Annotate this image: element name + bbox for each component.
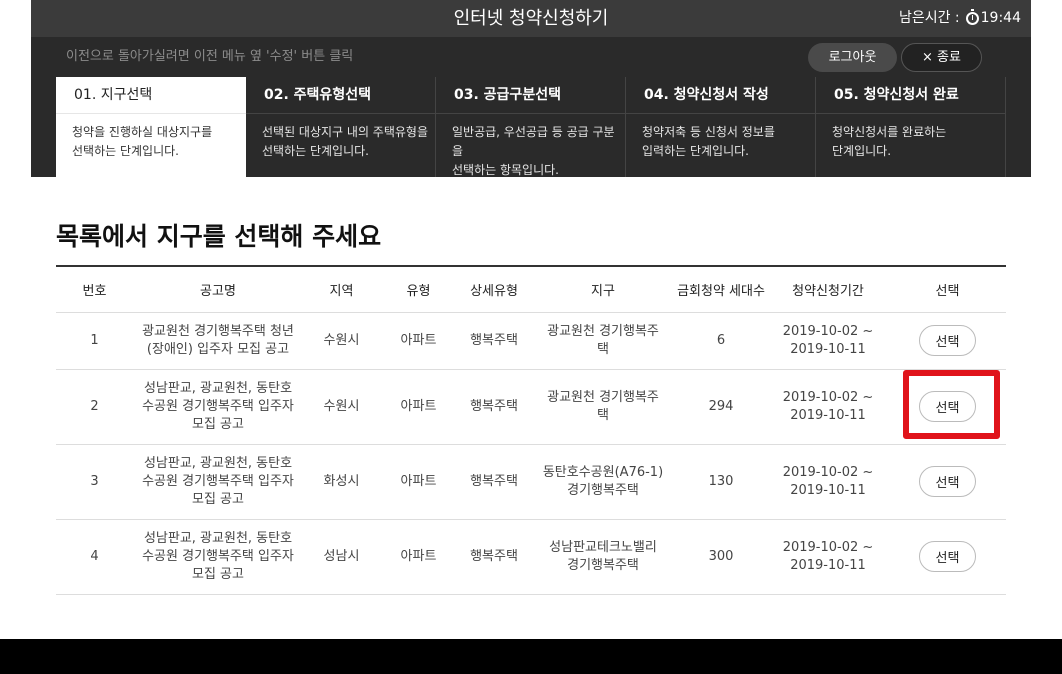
select-button[interactable]: 선택 — [919, 541, 976, 572]
column-header: 지역 — [303, 266, 380, 313]
select-button[interactable]: 선택 — [919, 391, 976, 422]
type-cell: 아파트 — [380, 312, 457, 370]
section-heading: 목록에서 지구를 선택해 주세요 — [56, 222, 382, 251]
select-cell: 선택 — [889, 519, 1006, 595]
step-description: 청약저축 등 신청서 정보를 입력하는 단계입니다. — [626, 114, 815, 161]
period-cell: 2019-10-02 ~2019-10-11 — [767, 519, 889, 595]
navigation-hint: 이전으로 돌아가실려면 이전 메뉴 옆 '수정' 버튼 클릭 — [66, 49, 354, 64]
detail-type-cell: 행복주택 — [457, 519, 531, 595]
step-desc-line: 일반공급, 우선공급 등 공급 구분을 — [452, 125, 615, 158]
select-button[interactable]: 선택 — [919, 325, 976, 356]
district-cell: 동탄호수공원(A76-1) 경기행복주택 — [531, 444, 675, 520]
district-cell: 광교원천 경기행복주 택 — [531, 312, 675, 370]
column-header: 금회청약 세대수 — [675, 266, 767, 313]
unit-count-cell: 294 — [675, 369, 767, 445]
step-desc-line: 청약을 진행하실 대상지구를 — [72, 125, 213, 139]
page-title: 인터넷 청약신청하기 — [453, 8, 609, 29]
exit-button[interactable]: × 종료 — [901, 43, 982, 72]
step-desc-line: 선택하는 항목입니다. — [452, 163, 559, 177]
timer-value: 19:44 — [980, 10, 1021, 26]
timer-label: 남은시간 : — [898, 10, 960, 26]
detail-type-cell: 행복주택 — [457, 444, 531, 520]
step-4[interactable]: 04. 청약신청서 작성 청약저축 등 신청서 정보를 입력하는 단계입니다. — [626, 77, 816, 177]
row-number: 1 — [56, 312, 133, 370]
step-desc-line: 청약저축 등 신청서 정보를 — [642, 125, 775, 139]
unit-count-cell: 6 — [675, 312, 767, 370]
step-5[interactable]: 05. 청약신청서 완료 청약신청서를 완료하는 단계입니다. — [816, 77, 1006, 177]
notice-name: 성남판교, 광교원천, 동탄호 수공원 경기행복주택 입주자 모집 공고 — [133, 369, 303, 445]
step-description: 선택된 대상지구 내의 주택유형을 선택하는 단계입니다. — [246, 114, 435, 161]
step-title: 05. 청약신청서 완료 — [816, 77, 1005, 114]
app-frame: 인터넷 청약신청하기 남은시간 : 19:44 이전으로 돌아가실려면 이전 메… — [31, 0, 1031, 177]
row-number: 4 — [56, 519, 133, 595]
stopwatch-icon — [965, 9, 979, 25]
period-cell: 2019-10-02 ~2019-10-11 — [767, 312, 889, 370]
region-cell: 수원시 — [303, 369, 380, 445]
table-row: 1 광교원천 경기행복주택 청년 (장애인) 입주자 모집 공고 수원시 아파트 … — [56, 312, 1006, 370]
step-desc-line: 선택하는 단계입니다. — [262, 144, 369, 158]
district-table: 번호 공고명 지역 유형 상세유형 지구 금회청약 세대수 청약신청기간 선택 … — [56, 265, 1006, 595]
column-header: 번호 — [56, 266, 133, 313]
step-navigation: 01. 지구선택 청약을 진행하실 대상지구를 선택하는 단계입니다. 02. … — [31, 77, 1031, 177]
row-number: 2 — [56, 369, 133, 445]
table-header-row: 번호 공고명 지역 유형 상세유형 지구 금회청약 세대수 청약신청기간 선택 — [56, 266, 1006, 313]
type-cell: 아파트 — [380, 369, 457, 445]
column-header: 공고명 — [133, 266, 303, 313]
region-cell: 화성시 — [303, 444, 380, 520]
step-2[interactable]: 02. 주택유형선택 선택된 대상지구 내의 주택유형을 선택하는 단계입니다. — [246, 77, 436, 177]
table-row: 4 성남판교, 광교원천, 동탄호 수공원 경기행복주택 입주자 모집 공고 성남시… — [56, 519, 1006, 595]
remaining-time: 남은시간 : 19:44 — [899, 0, 1021, 37]
table-row: 3 성남판교, 광교원천, 동탄호 수공원 경기행복주택 입주자 모집 공고 화성시… — [56, 444, 1006, 520]
step-1[interactable]: 01. 지구선택 청약을 진행하실 대상지구를 선택하는 단계입니다. — [56, 77, 246, 177]
column-header: 상세유형 — [457, 266, 531, 313]
district-cell: 광교원천 경기행복주 택 — [531, 369, 675, 445]
select-button[interactable]: 선택 — [919, 466, 976, 497]
column-header: 청약신청기간 — [767, 266, 889, 313]
district-cell: 성남판교테크노밸리 경기행복주택 — [531, 519, 675, 595]
step-title: 01. 지구선택 — [56, 77, 246, 114]
step-description: 일반공급, 우선공급 등 공급 구분을 선택하는 항목입니다. — [436, 114, 625, 180]
bottom-bar — [0, 639, 1062, 674]
notice-name: 광교원천 경기행복주택 청년 (장애인) 입주자 모집 공고 — [133, 312, 303, 370]
unit-count-cell: 130 — [675, 444, 767, 520]
step-title: 04. 청약신청서 작성 — [626, 77, 815, 114]
column-header: 유형 — [380, 266, 457, 313]
step-desc-line: 입력하는 단계입니다. — [642, 144, 749, 158]
notice-name: 성남판교, 광교원천, 동탄호 수공원 경기행복주택 입주자 모집 공고 — [133, 519, 303, 595]
select-cell: 선택 — [889, 444, 1006, 520]
type-cell: 아파트 — [380, 444, 457, 520]
period-cell: 2019-10-02 ~2019-10-11 — [767, 369, 889, 445]
select-cell: 선택 — [889, 312, 1006, 370]
title-bar: 인터넷 청약신청하기 남은시간 : 19:44 — [31, 0, 1031, 37]
column-header: 지구 — [531, 266, 675, 313]
region-cell: 성남시 — [303, 519, 380, 595]
logout-button[interactable]: 로그아웃 — [808, 43, 897, 72]
region-cell: 수원시 — [303, 312, 380, 370]
type-cell: 아파트 — [380, 519, 457, 595]
step-desc-line: 청약신청서를 완료하는 — [832, 125, 947, 139]
step-desc-line: 선택하는 단계입니다. — [72, 144, 179, 158]
detail-type-cell: 행복주택 — [457, 369, 531, 445]
detail-type-cell: 행복주택 — [457, 312, 531, 370]
step-description: 청약을 진행하실 대상지구를 선택하는 단계입니다. — [56, 114, 246, 161]
step-3[interactable]: 03. 공급구분선택 일반공급, 우선공급 등 공급 구분을 선택하는 항목입니… — [436, 77, 626, 177]
unit-count-cell: 300 — [675, 519, 767, 595]
step-desc-line: 단계입니다. — [832, 144, 892, 158]
step-title: 03. 공급구분선택 — [436, 77, 625, 114]
period-cell: 2019-10-02 ~2019-10-11 — [767, 444, 889, 520]
step-title: 02. 주택유형선택 — [246, 77, 435, 114]
notice-name: 성남판교, 광교원천, 동탄호 수공원 경기행복주택 입주자 모집 공고 — [133, 444, 303, 520]
column-header: 선택 — [889, 266, 1006, 313]
step-desc-line: 선택된 대상지구 내의 주택유형을 — [262, 125, 429, 139]
table-row: 2 성남판교, 광교원천, 동탄호 수공원 경기행복주택 입주자 모집 공고 수원시… — [56, 369, 1006, 445]
select-cell: 선택 — [889, 369, 1006, 445]
sub-bar: 이전으로 돌아가실려면 이전 메뉴 옆 '수정' 버튼 클릭 로그아웃 × 종료 — [31, 37, 1031, 77]
row-number: 3 — [56, 444, 133, 520]
step-description: 청약신청서를 완료하는 단계입니다. — [816, 114, 1005, 161]
